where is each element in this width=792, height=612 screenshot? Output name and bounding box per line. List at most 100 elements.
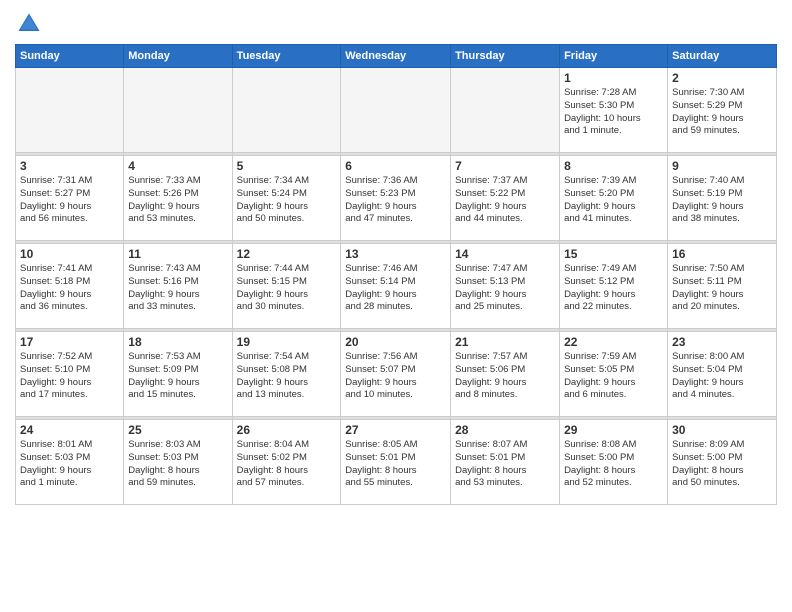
- day-cell: 4Sunrise: 7:33 AMSunset: 5:26 PMDaylight…: [124, 156, 232, 241]
- day-cell: 20 Sunrise: 7:56 AMSunset: 5:07 PMDayligh…: [341, 332, 451, 417]
- day-cell: 11 Sunrise: 7:43 AMSunset: 5:16 PMDayligh…: [124, 244, 232, 329]
- day-number: 4: [128, 159, 227, 173]
- day-number: 23: [672, 335, 772, 349]
- day-info: Sunrise: 7:31 AMSunset: 5:27 PMDaylight:…: [20, 175, 119, 226]
- day-cell: 5Sunrise: 7:34 AMSunset: 5:24 PMDaylight…: [232, 156, 341, 241]
- weekday-header-tuesday: Tuesday: [232, 45, 341, 68]
- day-cell: [451, 68, 560, 153]
- day-number: 28: [455, 423, 555, 437]
- day-cell: 7 Sunrise: 7:37 AMSunset: 5:22 PMDaylight…: [451, 156, 560, 241]
- day-cell: [16, 68, 124, 153]
- day-number: 18: [128, 335, 227, 349]
- day-number: 7: [455, 159, 555, 173]
- day-number: 27: [345, 423, 446, 437]
- day-cell: 23 Sunrise: 8:00 AMSunset: 5:04 PMDayligh…: [668, 332, 777, 417]
- day-number: 29: [564, 423, 663, 437]
- day-number: 13: [345, 247, 446, 261]
- header: [15, 10, 777, 38]
- day-number: 2: [672, 71, 772, 85]
- day-info: Sunrise: 7:57 AMSunset: 5:06 PMDaylight:…: [455, 351, 555, 402]
- day-info: Sunrise: 8:01 AMSunset: 5:03 PMDaylight:…: [20, 439, 119, 490]
- day-cell: 9 Sunrise: 7:40 AMSunset: 5:19 PMDaylight…: [668, 156, 777, 241]
- day-number: 12: [237, 247, 337, 261]
- weekday-header-row: SundayMondayTuesdayWednesdayThursdayFrid…: [16, 45, 777, 68]
- day-cell: 13 Sunrise: 7:46 AMSunset: 5:14 PMDayligh…: [341, 244, 451, 329]
- day-info: Sunrise: 7:56 AMSunset: 5:07 PMDaylight:…: [345, 351, 446, 402]
- day-cell: 21 Sunrise: 7:57 AMSunset: 5:06 PMDayligh…: [451, 332, 560, 417]
- day-info: Sunrise: 7:52 AMSunset: 5:10 PMDaylight:…: [20, 351, 119, 402]
- logo: [15, 10, 47, 38]
- week-row-5: 24 Sunrise: 8:01 AMSunset: 5:03 PMDayligh…: [16, 420, 777, 505]
- day-number: 14: [455, 247, 555, 261]
- day-number: 25: [128, 423, 227, 437]
- day-info: Sunrise: 7:28 AMSunset: 5:30 PMDaylight:…: [564, 87, 663, 138]
- day-info: Sunrise: 7:43 AMSunset: 5:16 PMDaylight:…: [128, 263, 227, 314]
- day-cell: 1 Sunrise: 7:28 AMSunset: 5:30 PMDaylight…: [560, 68, 668, 153]
- day-cell: [124, 68, 232, 153]
- day-cell: 18Sunrise: 7:53 AMSunset: 5:09 PMDayligh…: [124, 332, 232, 417]
- day-info: Sunrise: 8:07 AMSunset: 5:01 PMDaylight:…: [455, 439, 555, 490]
- weekday-header-thursday: Thursday: [451, 45, 560, 68]
- day-number: 8: [564, 159, 663, 173]
- day-info: Sunrise: 7:47 AMSunset: 5:13 PMDaylight:…: [455, 263, 555, 314]
- day-info: Sunrise: 7:40 AMSunset: 5:19 PMDaylight:…: [672, 175, 772, 226]
- day-number: 21: [455, 335, 555, 349]
- day-cell: 19Sunrise: 7:54 AMSunset: 5:08 PMDayligh…: [232, 332, 341, 417]
- day-number: 11: [128, 247, 227, 261]
- weekday-header-friday: Friday: [560, 45, 668, 68]
- day-number: 24: [20, 423, 119, 437]
- day-number: 17: [20, 335, 119, 349]
- day-info: Sunrise: 7:39 AMSunset: 5:20 PMDaylight:…: [564, 175, 663, 226]
- day-number: 5: [237, 159, 337, 173]
- logo-icon: [15, 10, 43, 38]
- day-cell: 12Sunrise: 7:44 AMSunset: 5:15 PMDayligh…: [232, 244, 341, 329]
- day-number: 22: [564, 335, 663, 349]
- calendar-table: SundayMondayTuesdayWednesdayThursdayFrid…: [15, 44, 777, 505]
- week-row-4: 17 Sunrise: 7:52 AMSunset: 5:10 PMDayligh…: [16, 332, 777, 417]
- day-number: 20: [345, 335, 446, 349]
- day-cell: 15 Sunrise: 7:49 AMSunset: 5:12 PMDayligh…: [560, 244, 668, 329]
- day-info: Sunrise: 8:09 AMSunset: 5:00 PMDaylight:…: [672, 439, 772, 490]
- week-row-1: 1 Sunrise: 7:28 AMSunset: 5:30 PMDaylight…: [16, 68, 777, 153]
- day-cell: 26Sunrise: 8:04 AMSunset: 5:02 PMDayligh…: [232, 420, 341, 505]
- day-number: 1: [564, 71, 663, 85]
- day-number: 26: [237, 423, 337, 437]
- day-number: 15: [564, 247, 663, 261]
- day-info: Sunrise: 7:59 AMSunset: 5:05 PMDaylight:…: [564, 351, 663, 402]
- day-number: 10: [20, 247, 119, 261]
- day-info: Sunrise: 8:00 AMSunset: 5:04 PMDaylight:…: [672, 351, 772, 402]
- day-cell: [232, 68, 341, 153]
- day-cell: 17 Sunrise: 7:52 AMSunset: 5:10 PMDayligh…: [16, 332, 124, 417]
- day-info: Sunrise: 7:30 AMSunset: 5:29 PMDaylight:…: [672, 87, 772, 138]
- day-cell: [341, 68, 451, 153]
- day-cell: 28 Sunrise: 8:07 AMSunset: 5:01 PMDayligh…: [451, 420, 560, 505]
- day-number: 3: [20, 159, 119, 173]
- day-cell: 29 Sunrise: 8:08 AMSunset: 5:00 PMDayligh…: [560, 420, 668, 505]
- day-cell: 25Sunrise: 8:03 AMSunset: 5:03 PMDayligh…: [124, 420, 232, 505]
- day-info: Sunrise: 7:49 AMSunset: 5:12 PMDaylight:…: [564, 263, 663, 314]
- day-cell: 8 Sunrise: 7:39 AMSunset: 5:20 PMDaylight…: [560, 156, 668, 241]
- day-info: Sunrise: 7:36 AMSunset: 5:23 PMDaylight:…: [345, 175, 446, 226]
- weekday-header-sunday: Sunday: [16, 45, 124, 68]
- weekday-header-wednesday: Wednesday: [341, 45, 451, 68]
- week-row-3: 10 Sunrise: 7:41 AMSunset: 5:18 PMDayligh…: [16, 244, 777, 329]
- day-info: Sunrise: 7:37 AMSunset: 5:22 PMDaylight:…: [455, 175, 555, 226]
- week-row-2: 3 Sunrise: 7:31 AMSunset: 5:27 PMDaylight…: [16, 156, 777, 241]
- day-info: Sunrise: 8:05 AMSunset: 5:01 PMDaylight:…: [345, 439, 446, 490]
- day-info: Sunrise: 7:50 AMSunset: 5:11 PMDaylight:…: [672, 263, 772, 314]
- day-number: 6: [345, 159, 446, 173]
- day-cell: 27 Sunrise: 8:05 AMSunset: 5:01 PMDayligh…: [341, 420, 451, 505]
- weekday-header-monday: Monday: [124, 45, 232, 68]
- day-info: Sunrise: 8:08 AMSunset: 5:00 PMDaylight:…: [564, 439, 663, 490]
- day-cell: 24 Sunrise: 8:01 AMSunset: 5:03 PMDayligh…: [16, 420, 124, 505]
- day-number: 16: [672, 247, 772, 261]
- day-number: 30: [672, 423, 772, 437]
- day-cell: 30 Sunrise: 8:09 AMSunset: 5:00 PMDayligh…: [668, 420, 777, 505]
- day-number: 9: [672, 159, 772, 173]
- day-info: Sunrise: 7:54 AMSunset: 5:08 PMDaylight:…: [237, 351, 337, 402]
- day-cell: 6 Sunrise: 7:36 AMSunset: 5:23 PMDaylight…: [341, 156, 451, 241]
- day-info: Sunrise: 7:46 AMSunset: 5:14 PMDaylight:…: [345, 263, 446, 314]
- day-info: Sunrise: 7:41 AMSunset: 5:18 PMDaylight:…: [20, 263, 119, 314]
- page: SundayMondayTuesdayWednesdayThursdayFrid…: [0, 0, 792, 515]
- day-cell: 3 Sunrise: 7:31 AMSunset: 5:27 PMDaylight…: [16, 156, 124, 241]
